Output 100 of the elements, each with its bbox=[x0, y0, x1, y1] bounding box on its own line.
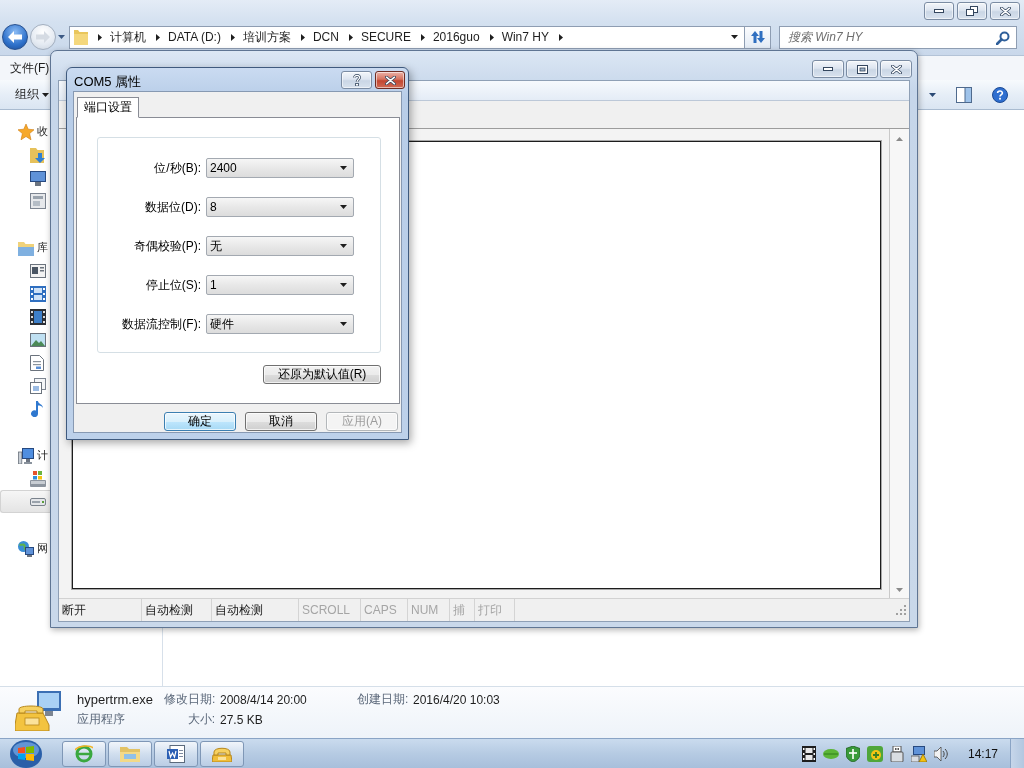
hard-drive-icon bbox=[30, 497, 46, 506]
document-icon bbox=[167, 744, 185, 763]
close-button[interactable] bbox=[880, 60, 912, 78]
folder-download-icon bbox=[30, 146, 46, 163]
menu-item[interactable]: 文件(F) bbox=[6, 57, 54, 79]
arrow-left-icon bbox=[8, 31, 22, 43]
dropdown[interactable]: 无 bbox=[206, 236, 354, 256]
usb-plug-icon[interactable] bbox=[889, 745, 904, 762]
dropdown[interactable]: 8 bbox=[206, 197, 354, 217]
folder-icon bbox=[74, 29, 88, 45]
breadcrumb-arrow-icon bbox=[348, 33, 353, 41]
nav-item[interactable]: 网 bbox=[0, 537, 50, 560]
flag-orb-icon bbox=[10, 739, 42, 768]
field-label: 数据位(D): bbox=[144, 198, 202, 216]
speaker-icon[interactable] bbox=[933, 746, 948, 761]
close-button[interactable] bbox=[375, 71, 405, 89]
breadcrumb-item[interactable]: 计算机 bbox=[110, 28, 146, 46]
plus-badge-icon[interactable] bbox=[866, 745, 883, 762]
search-icon[interactable] bbox=[996, 30, 1010, 45]
caret-icon bbox=[340, 322, 347, 326]
breadcrumb-arrow-icon bbox=[558, 33, 563, 41]
file-type: 应用程序 bbox=[77, 711, 126, 728]
arrow-right-icon bbox=[36, 31, 50, 43]
dropdown[interactable]: 1 bbox=[206, 275, 354, 295]
dialog-button[interactable]: 确定 bbox=[164, 412, 236, 431]
taskbar-button[interactable] bbox=[154, 740, 198, 767]
preview-pane-icon[interactable] bbox=[956, 86, 972, 103]
taskbar-button[interactable] bbox=[62, 740, 106, 767]
ring-swoosh-icon bbox=[75, 744, 93, 763]
refresh-icon bbox=[749, 30, 766, 44]
file-name: hypertrm.exe bbox=[77, 692, 154, 707]
close-icon bbox=[999, 6, 1011, 16]
film-strip-icon[interactable] bbox=[801, 745, 816, 762]
close-icon bbox=[890, 64, 902, 74]
caret-icon bbox=[340, 166, 347, 170]
breadcrumb-item[interactable]: 2016guo bbox=[432, 30, 480, 44]
organize-button[interactable]: 组织 bbox=[12, 84, 52, 105]
help-button[interactable] bbox=[341, 71, 372, 89]
landscape-icon bbox=[30, 332, 46, 347]
telephone-computer-icon bbox=[15, 691, 61, 731]
scroll-down-icon[interactable] bbox=[896, 588, 903, 592]
breadcrumb-item[interactable]: DATA (D:) bbox=[168, 30, 221, 44]
folder-icon bbox=[18, 239, 34, 256]
scroll-up-icon[interactable] bbox=[896, 137, 903, 141]
documents-stack-icon bbox=[30, 377, 46, 394]
nav-item[interactable]: 计 bbox=[0, 444, 50, 467]
search-field[interactable]: 搜索 Win7 HY bbox=[779, 25, 1017, 49]
globe-computer-icon bbox=[18, 540, 34, 557]
dropdown[interactable]: 硬件 bbox=[206, 314, 354, 334]
property-label: 创建日期: bbox=[357, 691, 410, 708]
field-label: 停止位(S): bbox=[144, 276, 202, 294]
resize-grip-icon bbox=[896, 605, 906, 615]
caret-icon[interactable] bbox=[58, 35, 65, 39]
breadcrumb-item[interactable]: SECURE bbox=[360, 30, 411, 44]
breadcrumb-arrow-icon bbox=[420, 33, 425, 41]
nav-item[interactable]: 收 bbox=[0, 120, 50, 143]
taskbar-button[interactable] bbox=[200, 740, 244, 767]
dialog-button[interactable]: 取消 bbox=[245, 412, 317, 431]
property-label: 修改日期: bbox=[164, 691, 217, 708]
back-button[interactable] bbox=[2, 24, 28, 50]
flag-drive-icon bbox=[30, 470, 46, 487]
restore-defaults-button[interactable]: 还原为默认值(R) bbox=[263, 365, 381, 384]
breadcrumb-arrow-icon bbox=[230, 33, 235, 41]
document-icon bbox=[30, 354, 44, 371]
view-caret-icon[interactable] bbox=[929, 92, 936, 97]
network-warning-icon[interactable] bbox=[910, 745, 927, 762]
film-frame-icon bbox=[30, 308, 46, 325]
star-icon bbox=[18, 123, 34, 140]
field-label: 数据流控制(F): bbox=[121, 315, 202, 333]
restore-icon bbox=[966, 6, 978, 16]
picture-window-icon bbox=[30, 262, 46, 279]
minimize-button[interactable] bbox=[924, 2, 954, 20]
monitor-icon bbox=[30, 169, 46, 186]
property-label: 大小: bbox=[186, 711, 216, 728]
clock[interactable]: 14:17 bbox=[967, 746, 998, 761]
film-strip-icon bbox=[30, 285, 46, 302]
dropdown[interactable]: 2400 bbox=[206, 158, 354, 178]
dropdown-caret-icon[interactable] bbox=[731, 35, 738, 39]
breadcrumb-item[interactable]: DCN bbox=[312, 30, 339, 44]
shield-icon[interactable] bbox=[845, 745, 860, 762]
maximize-button[interactable] bbox=[846, 60, 878, 78]
nav-item[interactable]: 库 bbox=[0, 236, 50, 259]
caret-icon bbox=[42, 92, 49, 97]
status-field: 打印 bbox=[475, 599, 515, 621]
taskbar-button[interactable] bbox=[108, 740, 152, 767]
breadcrumb-arrow-icon bbox=[489, 33, 494, 41]
telephone-icon bbox=[212, 745, 232, 762]
help-icon[interactable] bbox=[992, 86, 1008, 103]
restore-button[interactable] bbox=[957, 2, 987, 20]
refresh-button[interactable] bbox=[745, 25, 771, 49]
minimize-button[interactable] bbox=[812, 60, 844, 78]
breadcrumb-arrow-icon bbox=[156, 33, 160, 41]
scrollbar[interactable] bbox=[889, 129, 909, 598]
caret-icon bbox=[340, 244, 347, 248]
breadcrumb-item[interactable]: 培训方案 bbox=[242, 28, 291, 46]
minimize-icon bbox=[934, 9, 944, 13]
tab[interactable]: 端口设置 bbox=[77, 97, 139, 118]
address-bar[interactable]: 计算机 DATA (D:) 培训方案 DCN SECURE 2016guo Win7 HY bbox=[69, 25, 745, 49]
close-button[interactable] bbox=[990, 2, 1020, 20]
breadcrumb-item[interactable]: Win7 HY bbox=[501, 30, 549, 44]
